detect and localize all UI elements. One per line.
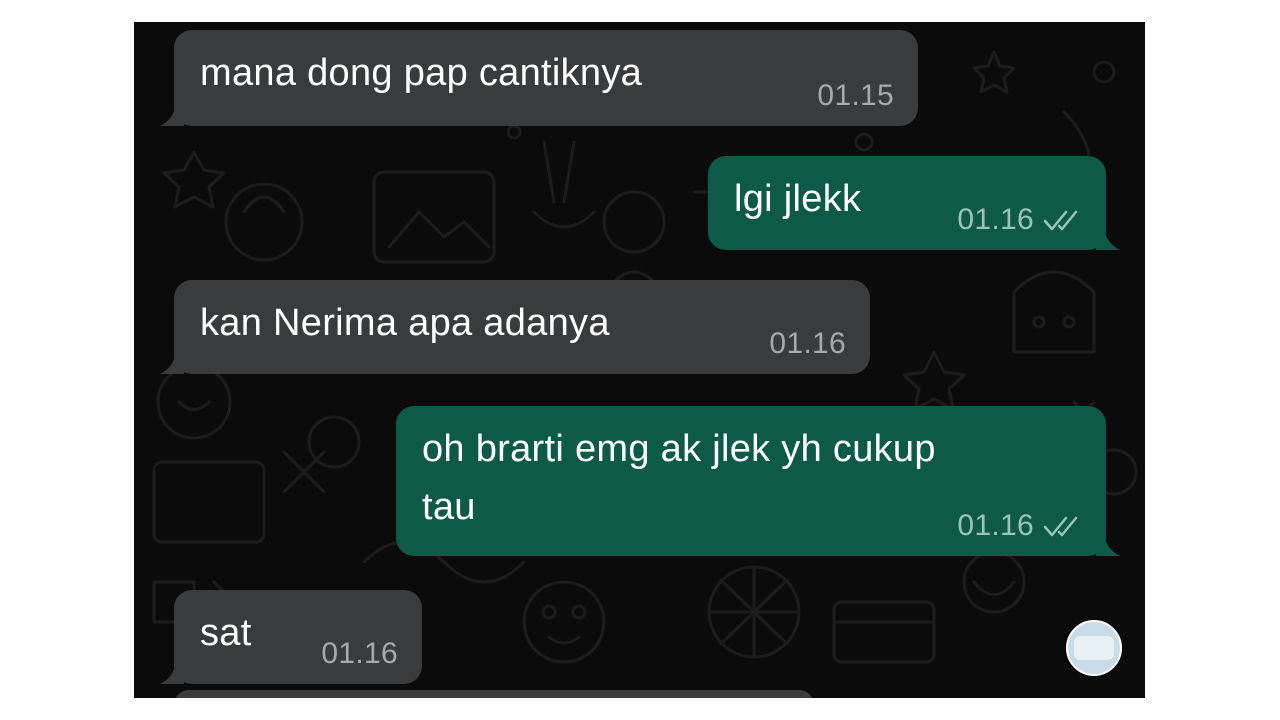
scroll-to-bottom-icon[interactable] [1066, 620, 1122, 676]
message-time: 01.16 [957, 203, 1034, 236]
message-bubble-outgoing[interactable]: lgi jlekk 01.16 [708, 156, 1120, 250]
message-text: mana dong pap cantiknya [200, 52, 643, 94]
message-bubble-incoming[interactable]: sat 01.16 [160, 590, 422, 684]
badge-inner [1074, 636, 1114, 660]
message-text: kan Nerima apa adanya [200, 302, 610, 344]
bubble-tail [160, 348, 184, 374]
message-meta: 01.15 [817, 78, 894, 114]
message-meta: 01.16 [769, 326, 846, 362]
message-time: 01.16 [321, 637, 398, 670]
message-meta: 01.16 [321, 636, 398, 672]
double-check-icon [1043, 210, 1078, 231]
message-bubble-partial[interactable] [174, 690, 814, 698]
bubble-tail [1096, 530, 1120, 556]
bubble-tail [160, 100, 184, 126]
message-time: 01.15 [817, 79, 894, 112]
message-time: 01.16 [769, 327, 846, 360]
chat-window: mana dong pap cantiknya 01.15 lgi jlekk … [134, 22, 1145, 698]
double-check-icon [1043, 516, 1078, 537]
message-bubble-outgoing[interactable]: oh brarti emg ak jlek yh cukup tau 01.16 [396, 406, 1120, 556]
message-time: 01.16 [957, 509, 1034, 542]
message-meta: 01.16 [957, 202, 1084, 238]
message-bubble-incoming[interactable]: kan Nerima apa adanya 01.16 [160, 280, 870, 374]
message-meta: 01.16 [957, 508, 1084, 544]
message-text: oh brarti emg ak jlek yh cukup tau [422, 428, 936, 528]
message-text: lgi jlekk [734, 178, 862, 220]
message-bubble-incoming[interactable]: mana dong pap cantiknya 01.15 [160, 30, 918, 126]
bubble-tail [160, 658, 184, 684]
message-text: sat [200, 612, 252, 654]
bubble-tail [1096, 224, 1120, 250]
